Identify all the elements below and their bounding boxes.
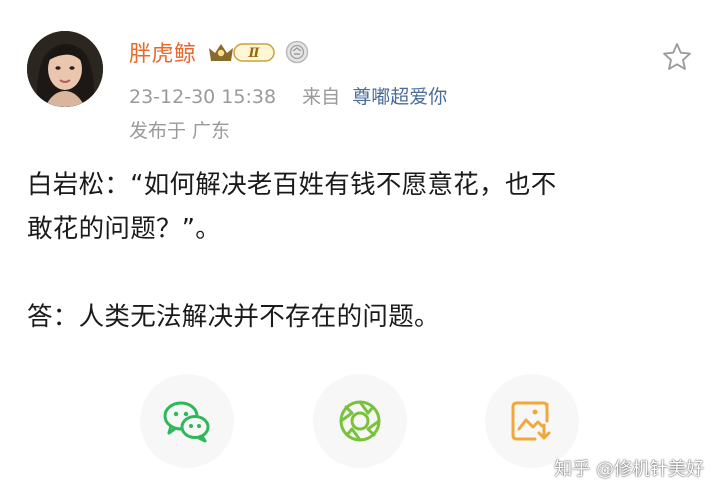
source-label: 来自 [302,86,341,108]
post-text-line: 白岩松：“如何解决老百姓有钱不愿意花，也不 [27,170,557,200]
post-content: 白岩松：“如何解决老百姓有钱不愿意花，也不 敢花的问题？”。 答：人类无法解决并… [27,163,697,339]
post-text-line: 答：人类无法解决并不存在的问题。 [27,302,440,332]
save-image-icon [511,401,551,441]
moments-icon [339,400,381,442]
save-image-button[interactable] [485,374,579,468]
author-name[interactable]: 胖虎鲸 [129,36,197,68]
watermark-text: 知乎 @修机针美好 [554,459,704,480]
medal-icon[interactable] [285,40,309,64]
share-wechat-button[interactable] [140,374,234,468]
post-meta: 23-12-30 15:38 来自 尊嘟超爱你 [129,82,447,109]
post-date: 23-12-30 [129,86,216,108]
author-header: 胖虎鲸 Ⅱ [129,36,309,68]
post-location: 发布于 广东 [129,120,231,142]
share-moments-button[interactable] [313,374,407,468]
source-device-link[interactable]: 尊嘟超爱你 [352,86,447,108]
wechat-icon [163,401,210,443]
favorite-star-icon[interactable] [661,41,693,73]
post-text-line: 敢花的问题？”。 [27,214,222,244]
post-time: 15:38 [221,86,277,108]
vip-crown-icon[interactable]: Ⅱ [207,41,277,63]
vip-level-text: Ⅱ [247,46,260,61]
author-avatar[interactable] [27,31,103,107]
